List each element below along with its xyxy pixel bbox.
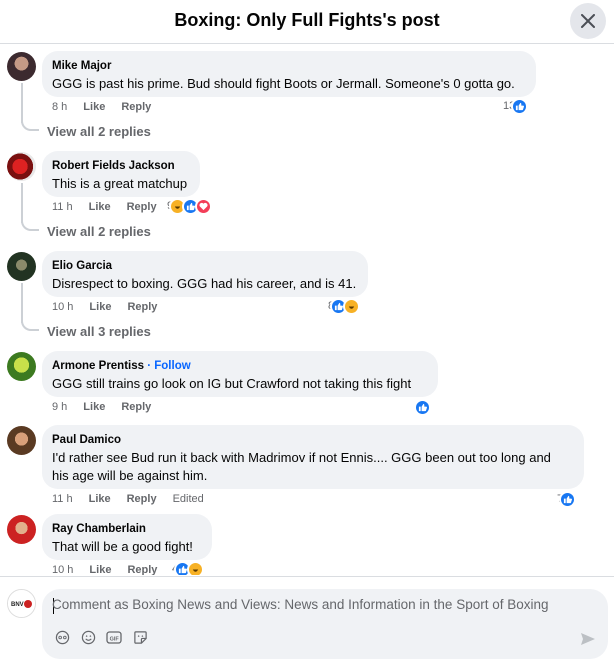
comment-bubble: Elio Garcia Disrespect to boxing. GGG ha… (42, 251, 368, 297)
comment-time[interactable]: 9 h (52, 400, 67, 414)
comment-time[interactable]: 8 h (52, 100, 67, 114)
comments-list[interactable]: Mike Major GGG is past his prime. Bud sh… (0, 45, 614, 575)
avatar[interactable] (7, 352, 36, 381)
comment-input[interactable] (52, 597, 572, 612)
reply-button[interactable]: Reply (127, 563, 157, 575)
svg-text:GIF: GIF (110, 636, 120, 642)
view-replies-link[interactable]: View all 3 replies (47, 324, 151, 339)
send-icon[interactable] (580, 631, 596, 652)
view-replies-link[interactable]: View all 2 replies (47, 224, 151, 239)
comment-actions: 9 h Like Reply (52, 400, 151, 414)
comment-composer: BNV GIF (0, 576, 614, 665)
avatar[interactable] (7, 426, 36, 455)
haha-icon (187, 560, 205, 575)
reactions-summary[interactable]: 8 (328, 297, 361, 315)
view-replies-link[interactable]: View all 2 replies (47, 124, 151, 139)
reactions-summary[interactable]: 13 (503, 97, 529, 115)
comment-text: Disrespect to boxing. GGG had his career… (52, 276, 357, 291)
edited-label[interactable]: Edited (173, 492, 204, 506)
comment-author[interactable]: Mike Major (52, 59, 526, 73)
comment-author[interactable]: Ray Chamberlain (52, 522, 202, 536)
like-button[interactable]: Like (89, 492, 111, 506)
comment-actions: 11 h Like Reply Edited (52, 492, 204, 506)
comment-time[interactable]: 11 h (52, 492, 73, 506)
reactions-summary[interactable]: 7 (557, 490, 577, 508)
comment-time[interactable]: 10 h (52, 563, 73, 575)
comment-actions: 8 h Like Reply (52, 100, 151, 114)
comment-author[interactable]: Paul Damico (52, 433, 574, 447)
comment-author[interactable]: Robert Fields Jackson (52, 159, 190, 173)
like-icon (559, 490, 577, 508)
comment-bubble: Ray Chamberlain That will be a good figh… (42, 514, 212, 560)
comment-text: GGG still trains go look on IG but Crawf… (52, 376, 412, 391)
comment-time[interactable]: 10 h (52, 300, 73, 314)
comment-bubble: Robert Fields Jackson This is a great ma… (42, 151, 200, 197)
composer-tools: GIF (54, 629, 148, 645)
like-button[interactable]: Like (89, 200, 111, 214)
comment-box[interactable]: GIF (42, 589, 608, 659)
reply-button[interactable]: Reply (127, 200, 157, 214)
avatar[interactable] (7, 152, 36, 181)
avatar[interactable] (7, 252, 36, 281)
avatar-sticker-icon[interactable] (54, 629, 70, 645)
close-button[interactable] (570, 3, 606, 39)
comment-actions: 10 h Like Reply (52, 563, 157, 575)
comment-bubble: Mike Major GGG is past his prime. Bud sh… (42, 51, 536, 97)
comment-bubble: Armone Prentiss · Follow GGG still train… (42, 351, 438, 397)
comment-text: This is a great matchup (52, 176, 188, 191)
avatar[interactable] (7, 515, 36, 544)
comment-text: That will be a good fight! (52, 539, 193, 554)
reply-button[interactable]: Reply (127, 300, 157, 314)
like-button[interactable]: Like (89, 300, 111, 314)
comment-time[interactable]: 11 h (52, 200, 73, 214)
like-icon (414, 398, 431, 416)
close-icon (581, 14, 595, 28)
reactions-summary[interactable]: 4 (172, 560, 205, 575)
dialog-title: Boxing: Only Full Fights's post (174, 10, 440, 30)
comment-author[interactable]: Elio Garcia (52, 259, 358, 273)
svg-text:BNV: BNV (11, 602, 24, 608)
comment-bubble: Paul Damico I'd rather see Bud run it ba… (42, 425, 584, 489)
reply-button[interactable]: Reply (121, 100, 151, 114)
page-avatar[interactable]: BNV (7, 589, 36, 618)
comment-actions: 10 h Like Reply (52, 300, 157, 314)
reactions-summary[interactable]: 9 (167, 197, 213, 215)
like-button[interactable]: Like (83, 100, 105, 114)
comment-text: GGG is past his prime. Bud should fight … (52, 76, 515, 91)
like-icon (511, 97, 529, 115)
emoji-icon[interactable] (80, 629, 96, 645)
avatar[interactable] (7, 52, 36, 81)
comment-author[interactable]: Armone Prentiss · Follow (52, 359, 428, 373)
sticker-icon[interactable] (132, 629, 148, 645)
comment-actions: 11 h Like Reply (52, 200, 157, 214)
post-dialog-header: Boxing: Only Full Fights's post (0, 0, 614, 44)
reply-button[interactable]: Reply (127, 492, 157, 506)
like-button[interactable]: Like (89, 563, 111, 575)
haha-icon (343, 297, 361, 315)
love-icon (195, 197, 213, 215)
comment-text: I'd rather see Bud run it back with Madr… (52, 450, 551, 483)
like-button[interactable]: Like (83, 400, 105, 414)
reactions-summary[interactable] (414, 398, 431, 416)
gif-icon[interactable]: GIF (106, 629, 122, 645)
follow-link[interactable]: · Follow (147, 360, 190, 372)
reply-button[interactable]: Reply (121, 400, 151, 414)
